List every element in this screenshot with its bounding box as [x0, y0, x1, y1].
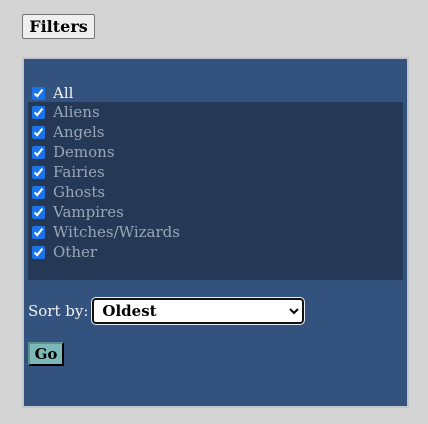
other-checkbox[interactable]: [32, 245, 45, 259]
category-label: Demons: [53, 143, 115, 161]
all-label: All: [53, 84, 74, 102]
category-item-angels[interactable]: Angels: [32, 123, 104, 141]
sort-label: Sort by:: [28, 302, 89, 320]
category-label: Vampires: [53, 203, 124, 221]
category-label: Witches/Wizards: [53, 223, 180, 241]
fairies-checkbox[interactable]: [32, 165, 45, 179]
category-label: Aliens: [53, 103, 100, 121]
category-item-ghosts[interactable]: Ghosts: [32, 183, 105, 201]
all-checkbox[interactable]: [32, 86, 45, 100]
category-item-vampires[interactable]: Vampires: [32, 203, 124, 221]
category-label: Fairies: [53, 163, 105, 181]
category-item-witches-wizards[interactable]: Witches/Wizards: [32, 223, 180, 241]
witches-wizards-checkbox[interactable]: [32, 225, 45, 239]
demons-checkbox[interactable]: [32, 145, 45, 159]
category-item-demons[interactable]: Demons: [32, 143, 115, 161]
filters-button[interactable]: Filters: [22, 14, 95, 39]
vampires-checkbox[interactable]: [32, 205, 45, 219]
category-list: Aliens Angels Demons Fairies Ghosts Vamp…: [28, 102, 403, 280]
category-label: Other: [53, 243, 98, 261]
sort-select[interactable]: Oldest: [91, 297, 306, 325]
filter-panel: All Aliens Angels Demons Fairies Ghosts …: [22, 57, 409, 408]
category-label: Angels: [53, 123, 105, 141]
go-button[interactable]: Go: [28, 342, 64, 366]
aliens-checkbox[interactable]: [32, 105, 45, 119]
category-item-aliens[interactable]: Aliens: [32, 103, 100, 121]
all-option[interactable]: All: [32, 84, 73, 102]
ghosts-checkbox[interactable]: [32, 185, 45, 199]
angels-checkbox[interactable]: [32, 125, 45, 139]
sort-row: Sort by: Oldest: [28, 297, 306, 325]
category-item-other[interactable]: Other: [32, 243, 97, 261]
category-item-fairies[interactable]: Fairies: [32, 163, 105, 181]
category-label: Ghosts: [53, 183, 106, 201]
